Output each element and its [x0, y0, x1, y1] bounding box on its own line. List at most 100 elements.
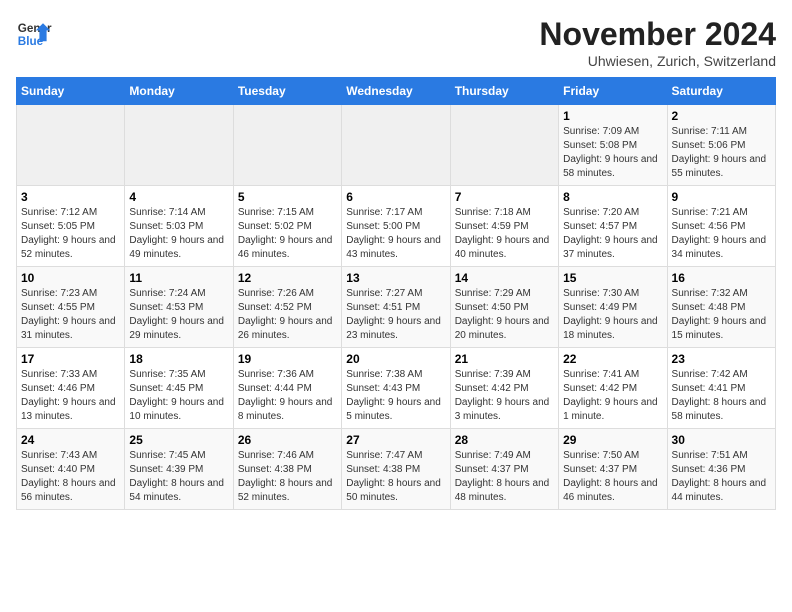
calendar-cell: 11 Sunrise: 7:24 AM Sunset: 4:53 PM Dayli… — [125, 267, 233, 348]
day-number: 3 — [21, 190, 120, 204]
day-number: 24 — [21, 433, 120, 447]
day-info: Sunrise: 7:32 AM Sunset: 4:48 PM Dayligh… — [672, 287, 771, 343]
calendar-cell: 22 Sunrise: 7:41 AM Sunset: 4:42 PM Dayli… — [559, 348, 667, 429]
calendar-cell: 1 Sunrise: 7:09 AM Sunset: 5:08 PM Daylig… — [559, 105, 667, 186]
calendar-cell: 27Sunrise: 7:47 AM Sunset: 4:38 PM Dayli… — [342, 429, 450, 510]
day-number: 8 — [563, 190, 662, 204]
calendar-cell: 29Sunrise: 7:50 AM Sunset: 4:37 PM Dayli… — [559, 429, 667, 510]
day-info: Sunrise: 7:45 AM Sunset: 4:39 PM Dayligh… — [129, 449, 228, 505]
day-info: Sunrise: 7:20 AM Sunset: 4:57 PM Dayligh… — [563, 206, 662, 262]
calendar-cell — [233, 105, 341, 186]
day-number: 6 — [346, 190, 445, 204]
calendar-cell: 25 Sunrise: 7:45 AM Sunset: 4:39 PM Dayli… — [125, 429, 233, 510]
col-header-wednesday: Wednesday — [342, 78, 450, 105]
day-info: Sunrise: 7:30 AM Sunset: 4:49 PM Dayligh… — [563, 287, 662, 343]
day-info: Sunrise: 7:12 AM Sunset: 5:05 PM Dayligh… — [21, 206, 120, 262]
day-number: 1 — [563, 109, 662, 123]
col-header-tuesday: Tuesday — [233, 78, 341, 105]
calendar-cell: 5 Sunrise: 7:15 AM Sunset: 5:02 PM Daylig… — [233, 186, 341, 267]
day-info: Sunrise: 7:51 AM Sunset: 4:36 PM Dayligh… — [672, 449, 771, 505]
day-info: Sunrise: 7:23 AM Sunset: 4:55 PM Dayligh… — [21, 287, 120, 343]
calendar-table: SundayMondayTuesdayWednesdayThursdayFrid… — [16, 77, 776, 510]
day-number: 21 — [455, 352, 554, 366]
day-number: 17 — [21, 352, 120, 366]
day-info: Sunrise: 7:41 AM Sunset: 4:42 PM Dayligh… — [563, 368, 662, 424]
day-number: 9 — [672, 190, 771, 204]
calendar-cell: 12 Sunrise: 7:26 AM Sunset: 4:52 PM Dayli… — [233, 267, 341, 348]
day-number: 13 — [346, 271, 445, 285]
day-info: Sunrise: 7:43 AM Sunset: 4:40 PM Dayligh… — [21, 449, 120, 505]
title-area: November 2024 Uhwiesen, Zurich, Switzerl… — [539, 16, 776, 69]
main-title: November 2024 — [539, 16, 776, 53]
calendar-cell: 7 Sunrise: 7:18 AM Sunset: 4:59 PM Daylig… — [450, 186, 558, 267]
day-number: 7 — [455, 190, 554, 204]
calendar-cell: 15 Sunrise: 7:30 AM Sunset: 4:49 PM Dayli… — [559, 267, 667, 348]
calendar-cell: 8 Sunrise: 7:20 AM Sunset: 4:57 PM Daylig… — [559, 186, 667, 267]
logo-icon: General Blue — [16, 16, 52, 52]
day-number: 12 — [238, 271, 337, 285]
col-header-sunday: Sunday — [17, 78, 125, 105]
calendar-cell — [342, 105, 450, 186]
calendar-cell: 6 Sunrise: 7:17 AM Sunset: 5:00 PM Daylig… — [342, 186, 450, 267]
day-info: Sunrise: 7:15 AM Sunset: 5:02 PM Dayligh… — [238, 206, 337, 262]
day-number: 30 — [672, 433, 771, 447]
day-number: 29 — [563, 433, 662, 447]
col-header-monday: Monday — [125, 78, 233, 105]
day-number: 28 — [455, 433, 554, 447]
calendar-cell: 23Sunrise: 7:42 AM Sunset: 4:41 PM Dayli… — [667, 348, 775, 429]
calendar-cell: 24 Sunrise: 7:43 AM Sunset: 4:40 PM Dayli… — [17, 429, 125, 510]
day-info: Sunrise: 7:26 AM Sunset: 4:52 PM Dayligh… — [238, 287, 337, 343]
day-info: Sunrise: 7:39 AM Sunset: 4:42 PM Dayligh… — [455, 368, 554, 424]
week-row-3: 10 Sunrise: 7:23 AM Sunset: 4:55 PM Dayli… — [17, 267, 776, 348]
day-info: Sunrise: 7:49 AM Sunset: 4:37 PM Dayligh… — [455, 449, 554, 505]
calendar-cell — [125, 105, 233, 186]
subtitle: Uhwiesen, Zurich, Switzerland — [539, 53, 776, 69]
calendar-cell: 18 Sunrise: 7:35 AM Sunset: 4:45 PM Dayli… — [125, 348, 233, 429]
day-info: Sunrise: 7:11 AM Sunset: 5:06 PM Dayligh… — [672, 125, 771, 181]
day-info: Sunrise: 7:33 AM Sunset: 4:46 PM Dayligh… — [21, 368, 120, 424]
day-number: 18 — [129, 352, 228, 366]
day-info: Sunrise: 7:35 AM Sunset: 4:45 PM Dayligh… — [129, 368, 228, 424]
col-header-friday: Friday — [559, 78, 667, 105]
day-info: Sunrise: 7:38 AM Sunset: 4:43 PM Dayligh… — [346, 368, 445, 424]
day-number: 27 — [346, 433, 445, 447]
day-number: 11 — [129, 271, 228, 285]
day-info: Sunrise: 7:36 AM Sunset: 4:44 PM Dayligh… — [238, 368, 337, 424]
week-row-1: 1 Sunrise: 7:09 AM Sunset: 5:08 PM Daylig… — [17, 105, 776, 186]
calendar-cell: 20 Sunrise: 7:38 AM Sunset: 4:43 PM Dayli… — [342, 348, 450, 429]
day-info: Sunrise: 7:17 AM Sunset: 5:00 PM Dayligh… — [346, 206, 445, 262]
calendar-cell: 2 Sunrise: 7:11 AM Sunset: 5:06 PM Daylig… — [667, 105, 775, 186]
calendar-cell: 9 Sunrise: 7:21 AM Sunset: 4:56 PM Daylig… — [667, 186, 775, 267]
calendar-cell — [17, 105, 125, 186]
calendar-cell: 28 Sunrise: 7:49 AM Sunset: 4:37 PM Dayli… — [450, 429, 558, 510]
calendar-cell: 30 Sunrise: 7:51 AM Sunset: 4:36 PM Dayli… — [667, 429, 775, 510]
day-info: Sunrise: 7:14 AM Sunset: 5:03 PM Dayligh… — [129, 206, 228, 262]
day-info: Sunrise: 7:29 AM Sunset: 4:50 PM Dayligh… — [455, 287, 554, 343]
calendar-cell: 26Sunrise: 7:46 AM Sunset: 4:38 PM Dayli… — [233, 429, 341, 510]
calendar-header-row: SundayMondayTuesdayWednesdayThursdayFrid… — [17, 78, 776, 105]
week-row-4: 17 Sunrise: 7:33 AM Sunset: 4:46 PM Dayli… — [17, 348, 776, 429]
day-number: 25 — [129, 433, 228, 447]
day-info: Sunrise: 7:24 AM Sunset: 4:53 PM Dayligh… — [129, 287, 228, 343]
col-header-thursday: Thursday — [450, 78, 558, 105]
week-row-2: 3 Sunrise: 7:12 AM Sunset: 5:05 PM Daylig… — [17, 186, 776, 267]
day-number: 20 — [346, 352, 445, 366]
day-info: Sunrise: 7:42 AM Sunset: 4:41 PM Dayligh… — [672, 368, 771, 424]
calendar-cell: 16Sunrise: 7:32 AM Sunset: 4:48 PM Dayli… — [667, 267, 775, 348]
calendar-cell: 19Sunrise: 7:36 AM Sunset: 4:44 PM Dayli… — [233, 348, 341, 429]
day-number: 5 — [238, 190, 337, 204]
day-number: 14 — [455, 271, 554, 285]
day-info: Sunrise: 7:09 AM Sunset: 5:08 PM Dayligh… — [563, 125, 662, 181]
logo: General Blue — [16, 16, 52, 52]
calendar-cell: 4Sunrise: 7:14 AM Sunset: 5:03 PM Daylig… — [125, 186, 233, 267]
header: General Blue November 2024 Uhwiesen, Zur… — [16, 16, 776, 69]
day-number: 15 — [563, 271, 662, 285]
day-info: Sunrise: 7:18 AM Sunset: 4:59 PM Dayligh… — [455, 206, 554, 262]
day-number: 22 — [563, 352, 662, 366]
calendar-cell: 17 Sunrise: 7:33 AM Sunset: 4:46 PM Dayli… — [17, 348, 125, 429]
day-info: Sunrise: 7:46 AM Sunset: 4:38 PM Dayligh… — [238, 449, 337, 505]
day-info: Sunrise: 7:21 AM Sunset: 4:56 PM Dayligh… — [672, 206, 771, 262]
week-row-5: 24 Sunrise: 7:43 AM Sunset: 4:40 PM Dayli… — [17, 429, 776, 510]
day-number: 10 — [21, 271, 120, 285]
day-number: 2 — [672, 109, 771, 123]
